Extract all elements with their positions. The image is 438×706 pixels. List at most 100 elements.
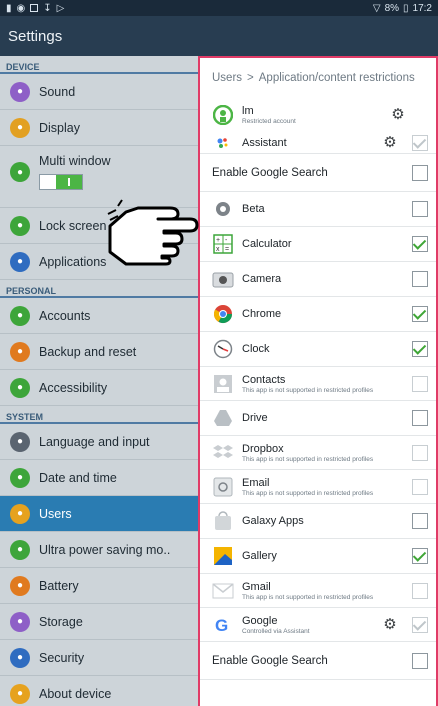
- app-row-dropbox[interactable]: Dropbox This app is not supported in rest…: [200, 436, 436, 470]
- app-checkbox[interactable]: [412, 548, 428, 564]
- menu-item-battery[interactable]: ● Battery: [0, 568, 198, 604]
- toggle-knob: [56, 175, 82, 189]
- app-label: Email: [242, 476, 270, 489]
- chrome-icon: [212, 303, 234, 325]
- section-header: PERSONAL: [0, 280, 198, 298]
- app-checkbox[interactable]: [412, 410, 428, 426]
- power-saving-icon: ●: [10, 539, 30, 560]
- settings-gear-icon[interactable]: ⚙: [382, 134, 398, 151]
- app-row-clock[interactable]: Clock: [200, 332, 436, 367]
- app-text: Google Controlled via Assistant: [242, 615, 382, 635]
- app-label: Gmail: [242, 580, 271, 593]
- app-row-email[interactable]: Email This app is not supported in restri…: [200, 470, 436, 504]
- app-row-drive[interactable]: Drive: [200, 401, 436, 436]
- contacts-icon: [212, 373, 234, 395]
- profile-row[interactable]: lm Restricted account ⚙: [200, 98, 436, 132]
- app-checkbox[interactable]: [412, 201, 428, 217]
- galaxy-apps-icon: [212, 510, 234, 532]
- app-row-beta[interactable]: Beta: [200, 192, 436, 227]
- app-text: Enable Google Search: [212, 167, 412, 179]
- menu-item-display[interactable]: ● Display: [0, 110, 198, 146]
- menu-item-label: Accounts: [39, 308, 91, 323]
- assistant-icon: [212, 132, 234, 154]
- app-row-gallery[interactable]: Gallery: [200, 539, 436, 574]
- app-label: Drive: [242, 412, 268, 424]
- menu-item-applications[interactable]: ● Applications: [0, 244, 198, 280]
- menu-item-users[interactable]: ● Users: [0, 496, 198, 532]
- date-time-icon: ●: [10, 467, 30, 488]
- app-checkbox[interactable]: [412, 341, 428, 357]
- battery-icon: ●: [10, 575, 30, 596]
- menu-item-ultra-power-saving-mo[interactable]: ● Ultra power saving mo..: [0, 532, 198, 568]
- svg-text:x: x: [216, 246, 220, 253]
- app-label: Gallery: [242, 550, 277, 562]
- app-row-google[interactable]: G Google Controlled via Assistant ⚙: [200, 608, 436, 642]
- menu-item-date-and-time[interactable]: ● Date and time: [0, 460, 198, 496]
- app-list: Assistant ⚙ Enable Google Search Beta + - x = Ca…: [200, 132, 436, 680]
- app-label: Dropbox: [242, 442, 284, 455]
- app-checkbox: [412, 444, 428, 461]
- app-row-camera[interactable]: Camera: [200, 262, 436, 297]
- app-row-chrome[interactable]: Chrome: [200, 297, 436, 332]
- app-sublabel: This app is not supported in restricted …: [242, 455, 374, 463]
- wifi-icon: ▽: [372, 2, 381, 14]
- lock-screen-icon: ●: [10, 215, 30, 236]
- breadcrumb-current: Application/content restrictions: [258, 72, 415, 84]
- menu-item-label: Users: [39, 506, 72, 521]
- app-label: Galaxy Apps: [242, 515, 304, 527]
- app-text: Clock: [242, 343, 412, 355]
- menu-item-label: Sound: [39, 84, 76, 99]
- app-row-assistant[interactable]: Assistant ⚙: [200, 132, 436, 154]
- app-row-galaxy-apps[interactable]: Galaxy Apps: [200, 504, 436, 539]
- menu-item-backup-and-reset[interactable]: ● Backup and reset: [0, 334, 198, 370]
- menu-item-language-and-input[interactable]: ● Language and input: [0, 424, 198, 460]
- menu-item-label: Battery: [39, 578, 79, 593]
- menu-item-label: Backup and reset: [39, 344, 137, 359]
- app-sublabel: This app is not supported in restricted …: [242, 593, 374, 601]
- app-sublabel: Controlled via Assistant: [242, 627, 310, 635]
- menu-item-lock-screen[interactable]: ● Lock screen: [0, 208, 198, 244]
- app-checkbox: [412, 375, 428, 392]
- menu-item-label: Applications: [39, 254, 107, 269]
- menu-item-security[interactable]: ● Security: [0, 640, 198, 676]
- app-checkbox[interactable]: [412, 513, 428, 529]
- menu-item-accessibility[interactable]: ● Accessibility: [0, 370, 198, 406]
- app-checkbox[interactable]: [412, 306, 428, 322]
- drive-icon: [212, 407, 234, 429]
- battery-percent: 8%: [384, 2, 400, 14]
- profile-settings-gear-icon[interactable]: ⚙: [390, 107, 406, 123]
- app-checkbox[interactable]: [412, 652, 428, 669]
- app-text: Calculator: [242, 238, 412, 250]
- multi-window-toggle[interactable]: [39, 174, 83, 190]
- sync-icon: ◉: [16, 2, 26, 14]
- menu-item-sound[interactable]: ● Sound: [0, 74, 198, 110]
- app-row-gmail[interactable]: Gmail This app is not supported in restri…: [200, 574, 436, 608]
- menu-item-label: Display: [39, 120, 80, 135]
- app-label: Assistant: [242, 136, 287, 149]
- app-text: Gmail This app is not supported in restri…: [242, 581, 412, 601]
- menu-item-storage[interactable]: ● Storage: [0, 604, 198, 640]
- app-label: Google: [242, 614, 278, 627]
- app-sublabel: This app is not supported in restricted …: [242, 489, 374, 497]
- page-title: Settings: [8, 27, 63, 45]
- clock-icon: [212, 338, 234, 360]
- menu-item-multi-window[interactable]: ● Multi window: [0, 146, 198, 208]
- app-checkbox[interactable]: [412, 271, 428, 287]
- app-row-contacts[interactable]: Contacts This app is not supported in res…: [200, 367, 436, 401]
- menu-item-label: Language and input: [39, 434, 150, 449]
- app-row-enable-google-search-2[interactable]: Enable Google Search: [200, 642, 436, 680]
- svg-text:=: =: [225, 246, 229, 253]
- menu-item-about-device[interactable]: ● About device: [0, 676, 198, 706]
- app-checkbox[interactable]: [412, 236, 428, 252]
- breadcrumb-root[interactable]: Users: [212, 72, 242, 84]
- settings-gear-icon[interactable]: ⚙: [382, 616, 398, 633]
- app-row-enable-google-search-1[interactable]: Enable Google Search: [200, 154, 436, 192]
- app-checkbox[interactable]: [412, 164, 428, 181]
- app-label: Clock: [242, 343, 270, 355]
- menu-item-accounts[interactable]: ● Accounts: [0, 298, 198, 334]
- gmail-icon: [212, 580, 234, 602]
- profile-name: lm: [242, 105, 254, 117]
- screenshot-icon: [30, 4, 39, 12]
- app-row-calculator[interactable]: + - x = Calculator: [200, 227, 436, 262]
- gallery-icon: [212, 545, 234, 567]
